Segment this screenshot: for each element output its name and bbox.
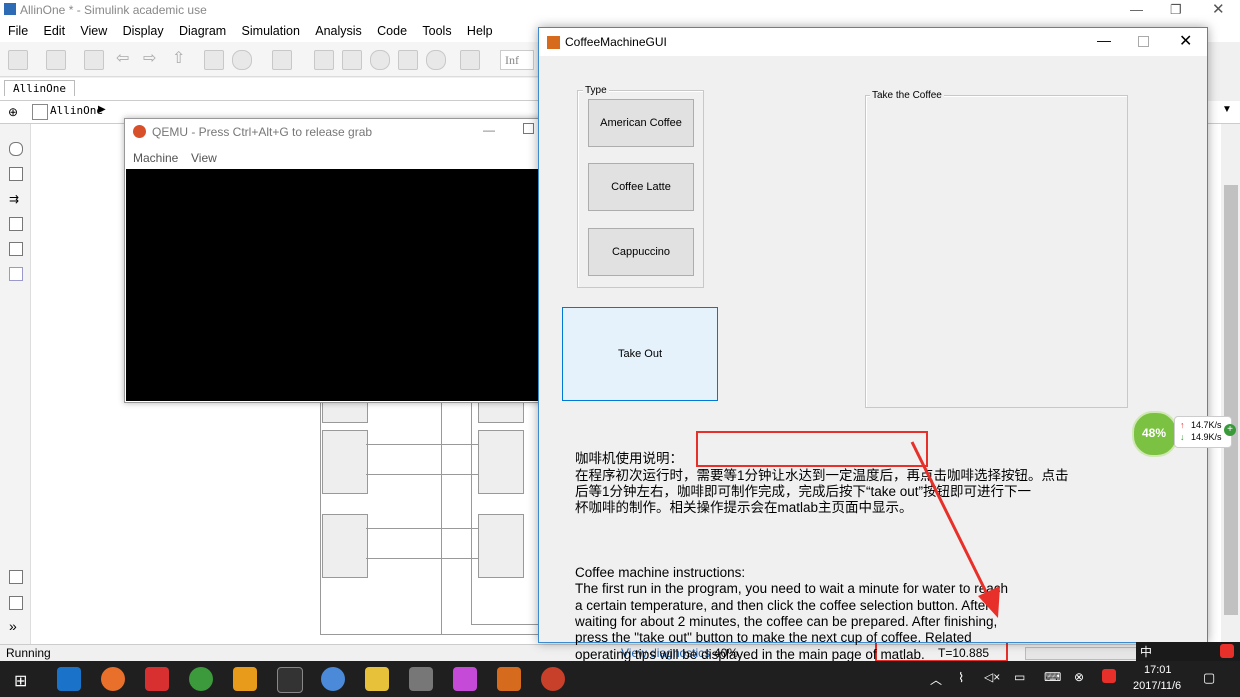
- app2-icon[interactable]: [409, 667, 433, 691]
- notification-icon[interactable]: ▢: [1203, 670, 1215, 686]
- git-icon[interactable]: [453, 667, 477, 691]
- plus-icon[interactable]: +: [1224, 424, 1236, 436]
- netease-music-icon[interactable]: [145, 667, 169, 691]
- start-icon[interactable]: ⊞: [14, 671, 27, 691]
- upload-arrow-icon: ↑: [1180, 420, 1185, 430]
- download-speed: 14.9K/s: [1191, 432, 1222, 442]
- firefox-icon[interactable]: [101, 667, 125, 691]
- net-speed-box: ↑ 14.7K/s ↓ 14.9K/s: [1174, 416, 1232, 448]
- sogou-icon[interactable]: [1220, 644, 1234, 658]
- terminal-icon[interactable]: [277, 667, 303, 693]
- taskbar: ⊞ ︿ ⌇ ◁× ▭ ⌨ ⊗ 17:01 2017/11/6 ▢: [0, 661, 1240, 697]
- close-circle-icon[interactable]: ⊗: [1074, 670, 1084, 684]
- chrome-icon[interactable]: [189, 667, 213, 691]
- ime-chinese-label[interactable]: 中: [1140, 643, 1152, 660]
- battery-icon[interactable]: ▭: [1014, 670, 1025, 684]
- keyboard-icon[interactable]: ⌨: [1044, 670, 1061, 684]
- net-meter-percent: 48%: [1142, 426, 1167, 440]
- edge-icon[interactable]: [57, 667, 81, 691]
- tray-up-icon[interactable]: ︿: [930, 671, 942, 688]
- upload-speed: 14.7K/s: [1191, 420, 1222, 430]
- file-explorer-icon[interactable]: [365, 667, 389, 691]
- qemu-taskbar-icon[interactable]: [541, 667, 565, 691]
- app-icon[interactable]: [321, 667, 345, 691]
- sogou-tray-icon[interactable]: [1102, 669, 1116, 683]
- download-arrow-icon: ↓: [1180, 432, 1185, 442]
- red-arrow-annotation: [910, 441, 1000, 618]
- net-meter-gauge[interactable]: 48%: [1132, 411, 1178, 457]
- wifi-icon[interactable]: ⌇: [958, 670, 964, 686]
- clock-date[interactable]: 2017/11/6: [1133, 680, 1181, 692]
- volume-icon[interactable]: ◁×: [984, 670, 1000, 684]
- matlab-taskbar-icon[interactable]: [497, 667, 521, 691]
- clock-time[interactable]: 17:01: [1144, 664, 1172, 676]
- sublime-icon[interactable]: [233, 667, 257, 691]
- ime-toolbar: 中: [1136, 642, 1240, 661]
